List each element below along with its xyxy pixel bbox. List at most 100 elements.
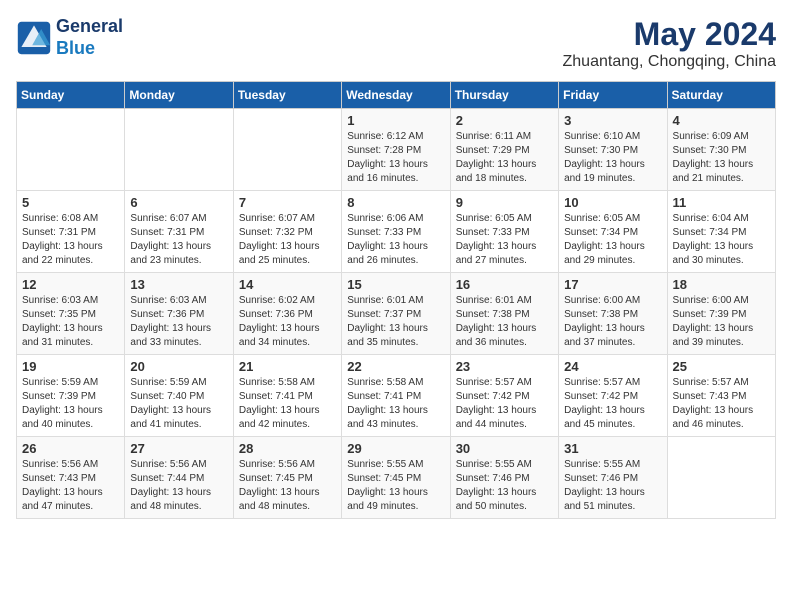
day-number: 24 bbox=[564, 359, 661, 374]
day-cell bbox=[17, 109, 125, 191]
day-number: 4 bbox=[673, 113, 770, 128]
day-cell: 15 Sunrise: 6:01 AM Sunset: 7:37 PM Dayli… bbox=[342, 273, 450, 355]
day-cell: 28 Sunrise: 5:56 AM Sunset: 7:45 PM Dayli… bbox=[233, 437, 341, 519]
day-cell: 26Sunrise: 5:56 AM Sunset: 7:43 PM Dayli… bbox=[17, 437, 125, 519]
header-cell-monday: Monday bbox=[125, 82, 233, 109]
day-number: 30 bbox=[456, 441, 553, 456]
main-title: May 2024 bbox=[563, 16, 777, 53]
day-cell: 25Sunrise: 5:57 AM Sunset: 7:43 PM Dayli… bbox=[667, 355, 775, 437]
day-content: Sunrise: 6:03 AM Sunset: 7:35 PM Dayligh… bbox=[22, 294, 119, 350]
day-number: 7 bbox=[239, 195, 336, 210]
day-cell: 23 Sunrise: 5:57 AM Sunset: 7:42 PM Dayli… bbox=[450, 355, 558, 437]
day-cell: 18 Sunrise: 6:00 AM Sunset: 7:39 PM Dayli… bbox=[667, 273, 775, 355]
header: General Blue May 2024 Zhuantang, Chongqi… bbox=[16, 16, 776, 71]
day-content: Sunrise: 5:55 AM Sunset: 7:46 PM Dayligh… bbox=[564, 458, 661, 514]
day-cell: 10Sunrise: 6:05 AM Sunset: 7:34 PM Dayli… bbox=[559, 191, 667, 273]
day-cell: 13 Sunrise: 6:03 AM Sunset: 7:36 PM Dayli… bbox=[125, 273, 233, 355]
day-number: 22 bbox=[347, 359, 444, 374]
day-cell: 22 Sunrise: 5:58 AM Sunset: 7:41 PM Dayli… bbox=[342, 355, 450, 437]
header-cell-friday: Friday bbox=[559, 82, 667, 109]
day-number: 19 bbox=[22, 359, 119, 374]
day-cell: 17 Sunrise: 6:00 AM Sunset: 7:38 PM Dayli… bbox=[559, 273, 667, 355]
day-cell: 2 Sunrise: 6:11 AM Sunset: 7:29 PM Daylig… bbox=[450, 109, 558, 191]
day-cell: 20 Sunrise: 5:59 AM Sunset: 7:40 PM Dayli… bbox=[125, 355, 233, 437]
day-number: 1 bbox=[347, 113, 444, 128]
day-content: Sunrise: 5:57 AM Sunset: 7:42 PM Dayligh… bbox=[456, 376, 553, 432]
day-cell: 7 Sunrise: 6:07 AM Sunset: 7:32 PM Daylig… bbox=[233, 191, 341, 273]
day-content: Sunrise: 6:11 AM Sunset: 7:29 PM Dayligh… bbox=[456, 130, 553, 186]
week-row-1: 1 Sunrise: 6:12 AM Sunset: 7:28 PM Daylig… bbox=[17, 109, 776, 191]
day-number: 29 bbox=[347, 441, 444, 456]
day-number: 28 bbox=[239, 441, 336, 456]
day-content: Sunrise: 6:05 AM Sunset: 7:33 PM Dayligh… bbox=[456, 212, 553, 268]
day-number: 16 bbox=[456, 277, 553, 292]
day-number: 25 bbox=[673, 359, 770, 374]
day-number: 2 bbox=[456, 113, 553, 128]
day-cell: 14 Sunrise: 6:02 AM Sunset: 7:36 PM Dayli… bbox=[233, 273, 341, 355]
day-content: Sunrise: 6:06 AM Sunset: 7:33 PM Dayligh… bbox=[347, 212, 444, 268]
day-cell: 1 Sunrise: 6:12 AM Sunset: 7:28 PM Daylig… bbox=[342, 109, 450, 191]
week-row-5: 26Sunrise: 5:56 AM Sunset: 7:43 PM Dayli… bbox=[17, 437, 776, 519]
day-content: Sunrise: 6:01 AM Sunset: 7:37 PM Dayligh… bbox=[347, 294, 444, 350]
week-row-4: 19Sunrise: 5:59 AM Sunset: 7:39 PM Dayli… bbox=[17, 355, 776, 437]
week-row-3: 12 Sunrise: 6:03 AM Sunset: 7:35 PM Dayli… bbox=[17, 273, 776, 355]
day-content: Sunrise: 5:55 AM Sunset: 7:45 PM Dayligh… bbox=[347, 458, 444, 514]
day-number: 14 bbox=[239, 277, 336, 292]
day-cell: 30Sunrise: 5:55 AM Sunset: 7:46 PM Dayli… bbox=[450, 437, 558, 519]
day-content: Sunrise: 6:01 AM Sunset: 7:38 PM Dayligh… bbox=[456, 294, 553, 350]
day-number: 11 bbox=[673, 195, 770, 210]
day-number: 12 bbox=[22, 277, 119, 292]
day-cell bbox=[233, 109, 341, 191]
day-cell: 29 Sunrise: 5:55 AM Sunset: 7:45 PM Dayli… bbox=[342, 437, 450, 519]
day-cell: 5 Sunrise: 6:08 AM Sunset: 7:31 PM Daylig… bbox=[17, 191, 125, 273]
day-content: Sunrise: 6:02 AM Sunset: 7:36 PM Dayligh… bbox=[239, 294, 336, 350]
logo-general: General bbox=[56, 16, 123, 38]
day-cell: 3Sunrise: 6:10 AM Sunset: 7:30 PM Daylig… bbox=[559, 109, 667, 191]
header-row: SundayMondayTuesdayWednesdayThursdayFrid… bbox=[17, 82, 776, 109]
day-cell: 19Sunrise: 5:59 AM Sunset: 7:39 PM Dayli… bbox=[17, 355, 125, 437]
day-number: 13 bbox=[130, 277, 227, 292]
day-cell: 24 Sunrise: 5:57 AM Sunset: 7:42 PM Dayli… bbox=[559, 355, 667, 437]
day-number: 9 bbox=[456, 195, 553, 210]
day-content: Sunrise: 6:07 AM Sunset: 7:31 PM Dayligh… bbox=[130, 212, 227, 268]
day-content: Sunrise: 6:00 AM Sunset: 7:38 PM Dayligh… bbox=[564, 294, 661, 350]
day-content: Sunrise: 6:12 AM Sunset: 7:28 PM Dayligh… bbox=[347, 130, 444, 186]
day-cell: 11Sunrise: 6:04 AM Sunset: 7:34 PM Dayli… bbox=[667, 191, 775, 273]
day-number: 8 bbox=[347, 195, 444, 210]
day-cell: 6Sunrise: 6:07 AM Sunset: 7:31 PM Daylig… bbox=[125, 191, 233, 273]
logo-blue: Blue bbox=[56, 38, 95, 58]
day-content: Sunrise: 6:09 AM Sunset: 7:30 PM Dayligh… bbox=[673, 130, 770, 186]
day-content: Sunrise: 5:57 AM Sunset: 7:42 PM Dayligh… bbox=[564, 376, 661, 432]
day-cell bbox=[667, 437, 775, 519]
day-content: Sunrise: 5:58 AM Sunset: 7:41 PM Dayligh… bbox=[347, 376, 444, 432]
day-content: Sunrise: 5:58 AM Sunset: 7:41 PM Dayligh… bbox=[239, 376, 336, 432]
day-cell: 9 Sunrise: 6:05 AM Sunset: 7:33 PM Daylig… bbox=[450, 191, 558, 273]
day-content: Sunrise: 5:56 AM Sunset: 7:45 PM Dayligh… bbox=[239, 458, 336, 514]
day-cell: 27Sunrise: 5:56 AM Sunset: 7:44 PM Dayli… bbox=[125, 437, 233, 519]
sub-title: Zhuantang, Chongqing, China bbox=[563, 53, 777, 71]
day-content: Sunrise: 6:03 AM Sunset: 7:36 PM Dayligh… bbox=[130, 294, 227, 350]
day-number: 23 bbox=[456, 359, 553, 374]
day-number: 15 bbox=[347, 277, 444, 292]
header-cell-tuesday: Tuesday bbox=[233, 82, 341, 109]
day-number: 18 bbox=[673, 277, 770, 292]
header-cell-thursday: Thursday bbox=[450, 82, 558, 109]
week-row-2: 5 Sunrise: 6:08 AM Sunset: 7:31 PM Daylig… bbox=[17, 191, 776, 273]
day-number: 31 bbox=[564, 441, 661, 456]
day-number: 5 bbox=[22, 195, 119, 210]
day-content: Sunrise: 6:07 AM Sunset: 7:32 PM Dayligh… bbox=[239, 212, 336, 268]
day-cell: 21 Sunrise: 5:58 AM Sunset: 7:41 PM Dayli… bbox=[233, 355, 341, 437]
logo: General Blue bbox=[16, 16, 123, 59]
day-cell: 12 Sunrise: 6:03 AM Sunset: 7:35 PM Dayli… bbox=[17, 273, 125, 355]
day-content: Sunrise: 6:08 AM Sunset: 7:31 PM Dayligh… bbox=[22, 212, 119, 268]
day-number: 21 bbox=[239, 359, 336, 374]
day-cell: 4 Sunrise: 6:09 AM Sunset: 7:30 PM Daylig… bbox=[667, 109, 775, 191]
day-content: Sunrise: 6:10 AM Sunset: 7:30 PM Dayligh… bbox=[564, 130, 661, 186]
day-number: 20 bbox=[130, 359, 227, 374]
day-number: 17 bbox=[564, 277, 661, 292]
day-content: Sunrise: 5:59 AM Sunset: 7:40 PM Dayligh… bbox=[130, 376, 227, 432]
day-content: Sunrise: 6:00 AM Sunset: 7:39 PM Dayligh… bbox=[673, 294, 770, 350]
day-number: 27 bbox=[130, 441, 227, 456]
header-cell-sunday: Sunday bbox=[17, 82, 125, 109]
calendar-table: SundayMondayTuesdayWednesdayThursdayFrid… bbox=[16, 81, 776, 519]
